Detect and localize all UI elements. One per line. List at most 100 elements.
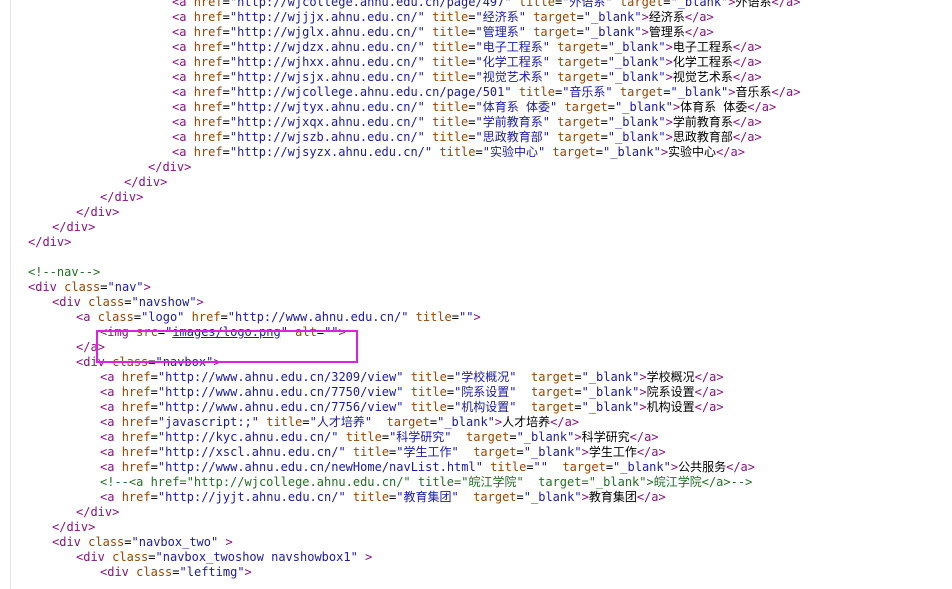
source-line: </div> xyxy=(0,190,952,205)
attribute-value: "navbox_two" xyxy=(131,535,219,549)
source-line: </a> xyxy=(0,340,952,355)
attribute-name: title xyxy=(410,370,447,384)
tag-token: > xyxy=(143,280,151,294)
tag-token: > xyxy=(639,370,647,384)
attribute-name: target xyxy=(562,460,606,474)
tag-token: > xyxy=(641,25,649,39)
attribute-value: "http://www.ahnu.edu.cn/7756/view" xyxy=(157,400,404,414)
text-token: = xyxy=(124,295,132,309)
attribute-name: target xyxy=(557,70,601,84)
attribute-value: "_blank" xyxy=(607,40,666,54)
text-token: = xyxy=(526,460,534,474)
attribute-value: "_blank" xyxy=(523,490,582,504)
text-token: = xyxy=(468,40,476,54)
attribute-name: title xyxy=(415,310,452,324)
tag-token: a xyxy=(699,10,707,24)
tag-token: </ xyxy=(732,55,748,69)
source-line: <div class="navbox_twoshow navshowbox1" … xyxy=(0,550,952,565)
text-token: = xyxy=(595,145,604,159)
text-token: = xyxy=(222,55,230,69)
tag-token: a xyxy=(699,25,707,39)
attribute-name: class xyxy=(88,295,125,309)
tag-token: </ xyxy=(771,0,786,9)
text-token: 视觉艺术系 xyxy=(672,70,733,84)
tag-token: > xyxy=(639,400,647,414)
attribute-value: "http://wjsjx.ahnu.edu.cn/" xyxy=(229,70,425,84)
source-line: </div> xyxy=(0,235,952,250)
attribute-name: class xyxy=(112,550,149,564)
tag-token: > xyxy=(473,310,481,324)
source-link[interactable]: images/logo.png xyxy=(172,325,280,339)
text-token: 思政教育部 xyxy=(672,130,733,144)
attribute-value: "http://xscl.ahnu.edu.cn/" xyxy=(157,445,346,459)
attribute-name: target xyxy=(533,10,577,24)
attribute-name: class xyxy=(97,310,134,324)
attribute-name: target xyxy=(564,100,608,114)
tag-token: > xyxy=(574,430,582,444)
attribute-name: href xyxy=(193,10,223,24)
tag-token: > xyxy=(754,70,762,84)
attribute-name: title xyxy=(432,115,469,129)
text-token: = xyxy=(222,10,230,24)
tag-token: > xyxy=(665,55,673,69)
text-token: = xyxy=(148,355,156,369)
text-token: = xyxy=(222,100,230,114)
source-line: </div> xyxy=(0,205,952,220)
tag-token: div xyxy=(59,295,81,309)
attribute-value: "外语系" xyxy=(562,0,613,9)
tag-token: > xyxy=(728,85,736,99)
attribute-value: "http://wjhxx.ahnu.edu.cn/" xyxy=(229,55,425,69)
text-token: = xyxy=(600,55,608,69)
text-token: = xyxy=(222,145,230,159)
text-token: = xyxy=(150,460,158,474)
text-token: = xyxy=(316,325,325,339)
attribute-value: "_blank" xyxy=(607,70,666,84)
text-token: = xyxy=(468,115,476,129)
attribute-name: target xyxy=(533,25,577,39)
attribute-name: target xyxy=(557,130,601,144)
text-token: = xyxy=(172,565,180,579)
text-token: = xyxy=(600,70,608,84)
text-token: 外语系 xyxy=(735,0,772,9)
view-source-pane[interactable]: <a href="http://wjcollege.ahnu.edu.cn/pa… xyxy=(0,0,952,589)
attribute-name: title xyxy=(266,415,303,429)
text-token: = xyxy=(446,370,455,384)
tag-token: </ xyxy=(716,145,731,159)
attribute-name: title xyxy=(432,130,469,144)
attribute-value: "http://wjjjx.ahnu.edu.cn/" xyxy=(229,10,425,24)
text-token: = xyxy=(133,310,142,324)
tag-token: a xyxy=(747,40,755,54)
attribute-name: href xyxy=(193,0,223,9)
text-token: 音乐系 xyxy=(735,85,772,99)
text-token: 院系设置 xyxy=(646,385,695,399)
source-code: <a href="http://wjcollege.ahnu.edu.cn/pa… xyxy=(0,0,952,580)
attribute-value: "实验中心" xyxy=(482,145,546,159)
text-token: 实验中心 xyxy=(668,145,717,159)
text-token: = xyxy=(574,370,582,384)
tag-token: > xyxy=(754,40,762,54)
attribute-value: "_blank" xyxy=(516,430,575,444)
text-token: 学校概况 xyxy=(646,370,695,384)
attribute-name: title xyxy=(432,40,469,54)
source-line: <a href="http://wjsjx.ahnu.edu.cn/" titl… xyxy=(0,70,952,85)
tag-token: > xyxy=(213,355,221,369)
text-token: = xyxy=(124,535,132,549)
source-line: </div> xyxy=(0,175,952,190)
text-token: 体育系 体委 xyxy=(680,100,748,114)
tag-token: a xyxy=(747,70,755,84)
text-token: = xyxy=(574,400,582,414)
attribute-value: "电子工程系" xyxy=(475,40,550,54)
attribute-name: class xyxy=(136,565,173,579)
text-token: = xyxy=(222,130,230,144)
attribute-value: "化学工程系" xyxy=(475,55,550,69)
attribute-value: "经济系" xyxy=(475,10,526,24)
tag-token: </div> xyxy=(52,520,96,534)
